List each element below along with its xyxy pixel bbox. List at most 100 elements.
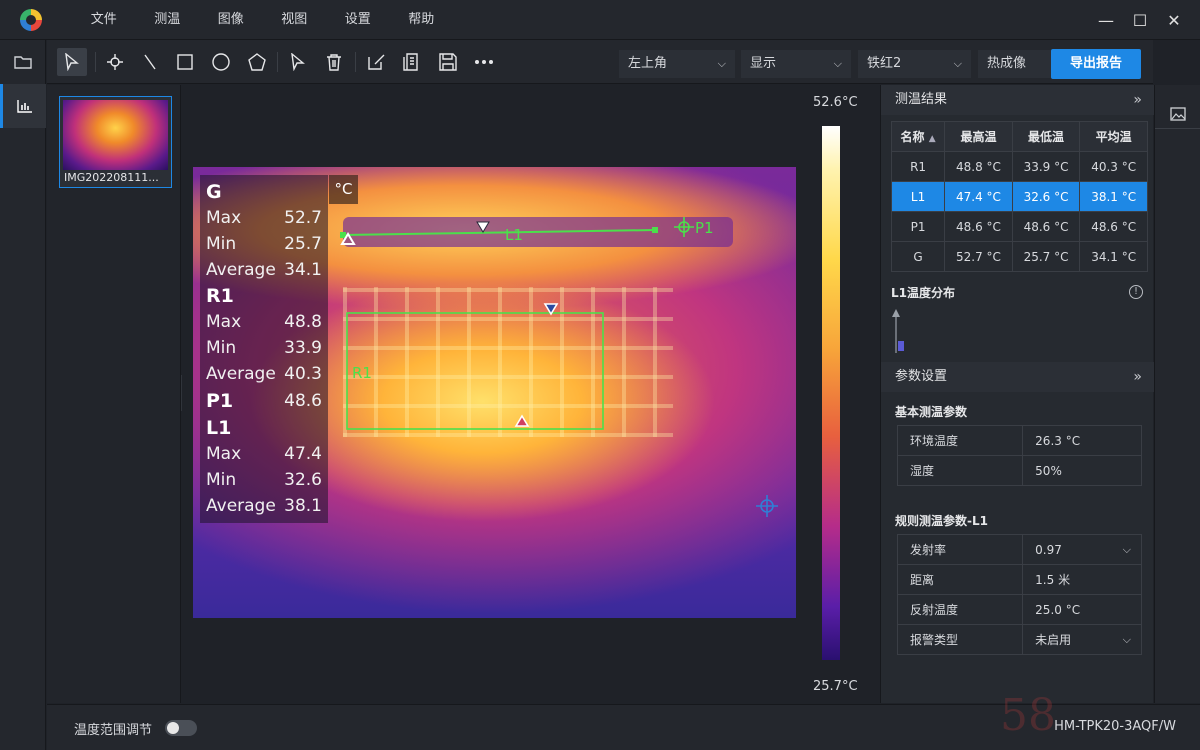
arrow-select-icon (291, 53, 305, 71)
image-thumbnail[interactable]: IMG202208111... (59, 96, 172, 188)
device-model: HM-TPK20-3AQF/W (1054, 719, 1176, 734)
menu-help[interactable]: 帮助 (390, 0, 454, 40)
param-row: 报警类型 未启用 ⌵ (896, 624, 1142, 655)
delete-tool[interactable] (319, 48, 349, 76)
chevron-down-icon: ⌵ (1122, 543, 1131, 556)
circle-icon (212, 53, 230, 71)
color-scale-bar[interactable] (822, 126, 840, 660)
param-row: 湿度 50% (896, 455, 1142, 486)
save-tool[interactable] (433, 48, 463, 76)
param-row: 发射率 0.97 ⌵ (896, 534, 1142, 565)
left-nav (0, 40, 46, 750)
image-tab[interactable] (1155, 99, 1200, 129)
maximize-icon[interactable]: ☐ (1130, 11, 1150, 30)
report-tool[interactable] (397, 48, 427, 76)
r1-max-marker-icon (514, 414, 530, 427)
collapse-right-icon[interactable]: » (1133, 362, 1142, 392)
display-select[interactable]: 显示 ⌵ (741, 50, 851, 78)
nav-files[interactable] (0, 40, 46, 84)
display-select-value: 显示 (750, 56, 777, 71)
distribution-title: L1温度分布 (891, 286, 955, 300)
table-row[interactable]: P1 48.6 °C 48.6 °C 48.6 °C (890, 211, 1148, 242)
palette-select-value: 铁红2 (867, 56, 902, 71)
chevron-down-icon: ⌵ (717, 57, 726, 70)
ambient-temp-field[interactable]: 26.3 °C (1022, 425, 1142, 456)
line-icon (144, 54, 156, 70)
min-marker-icon (476, 221, 490, 233)
line-tool[interactable] (135, 48, 165, 76)
select-tool[interactable] (57, 48, 87, 76)
chevron-down-icon: ⌵ (1122, 633, 1131, 646)
chevron-down-icon: ⌵ (953, 57, 962, 70)
more-tool[interactable] (469, 48, 499, 76)
menu-view[interactable]: 视图 (263, 0, 327, 40)
l1-line[interactable] (343, 229, 656, 236)
collapse-right-icon[interactable]: » (1133, 85, 1142, 115)
point-tool[interactable] (100, 48, 130, 76)
l1-label: L1 (505, 226, 523, 244)
col-avg-header[interactable]: 平均温 (1079, 121, 1148, 152)
crosshair-icon (107, 54, 123, 70)
toolbar: 左上角 ⌵ 显示 ⌵ 铁红2 ⌵ 热成像 ⌵ 导出报告 (47, 40, 1153, 84)
l1-heading: L1 (206, 417, 232, 439)
rect-tool[interactable] (170, 48, 200, 76)
scale-min-label: 25.7°C (813, 679, 858, 694)
rule-params-table: 发射率 0.97 ⌵ 距离 1.5 米 反射温度 25.0 °C 报警类型 未启用 ⌵ (896, 534, 1142, 655)
table-row[interactable]: G 52.7 °C 25.7 °C 34.1 °C (890, 241, 1148, 272)
g-min-row: Min 25.7 (206, 234, 322, 254)
table-row-selected[interactable]: L1 47.4 °C 32.6 °C 38.1 °C (890, 181, 1148, 212)
ellipse-tool[interactable] (206, 48, 236, 76)
position-select[interactable]: 左上角 ⌵ (619, 50, 735, 78)
rectangle-icon (177, 54, 193, 70)
r1-max-row: Max 48.8 (206, 312, 322, 332)
edit-icon (368, 54, 385, 70)
mode-select-value: 热成像 (987, 56, 1027, 71)
thumbnail-image (63, 100, 168, 170)
l1-avg-row: Average 38.1 (206, 496, 322, 516)
g-heading: G (206, 181, 222, 203)
multi-select-tool[interactable] (283, 48, 313, 76)
pentagon-icon (248, 53, 266, 71)
bar-chart-icon (16, 100, 32, 113)
basic-params-title: 基本测温参数 (895, 405, 968, 419)
title-bar: 文件 测温 图像 视图 设置 帮助 — ☐ ✕ (0, 0, 1200, 40)
col-name-header[interactable]: 名称 ▲ (890, 121, 946, 152)
g-max-row: Max 52.7 (206, 208, 322, 228)
range-adjust-toggle[interactable] (165, 720, 197, 736)
reflected-temp-field[interactable]: 25.0 °C (1022, 594, 1142, 625)
document-icon (403, 53, 418, 71)
col-min-header[interactable]: 最低温 (1011, 121, 1081, 152)
param-row: 环境温度 26.3 °C (896, 425, 1142, 456)
edit-tool[interactable] (361, 48, 391, 76)
chevron-down-icon: ⌵ (833, 57, 842, 70)
palette-select[interactable]: 铁红2 ⌵ (858, 50, 971, 78)
emissivity-select[interactable]: 0.97 ⌵ (1022, 534, 1142, 565)
polygon-tool[interactable] (242, 48, 272, 76)
menu-settings[interactable]: 设置 (326, 0, 390, 40)
results-title: 测温结果 (895, 92, 948, 107)
export-report-button[interactable]: 导出报告 (1051, 49, 1141, 79)
menu-image[interactable]: 图像 (199, 0, 263, 40)
rule-params-title: 规则测温参数-L1 (895, 514, 988, 528)
minimize-icon[interactable]: — (1096, 11, 1116, 30)
menu-measure[interactable]: 测温 (136, 0, 200, 40)
more-icon (475, 60, 493, 64)
close-icon[interactable]: ✕ (1164, 11, 1184, 30)
info-icon[interactable]: ! (1129, 285, 1143, 299)
params-title: 参数设置 (895, 369, 948, 384)
humidity-field[interactable]: 50% (1022, 455, 1142, 486)
nav-analysis[interactable] (0, 84, 46, 128)
param-row: 反射温度 25.0 °C (896, 594, 1142, 625)
r1-rectangle[interactable] (346, 312, 604, 430)
params-header: 参数设置 » (881, 362, 1154, 392)
alarm-type-select[interactable]: 未启用 ⌵ (1022, 624, 1142, 655)
r1-min-row: Min 33.9 (206, 338, 322, 358)
distance-field[interactable]: 1.5 米 (1022, 564, 1142, 595)
table-row[interactable]: R1 48.8 °C 33.9 °C 40.3 °C (890, 151, 1148, 182)
results-table: 名称 ▲ 最高温 最低温 平均温 R1 48.8 °C 33.9 °C 40.3 °C… (890, 121, 1148, 272)
p1-label: P1 (695, 219, 714, 237)
trash-icon (327, 54, 341, 71)
col-max-header[interactable]: 最高温 (944, 121, 1013, 152)
r1-avg-row: Average 40.3 (206, 364, 322, 384)
menu-file[interactable]: 文件 (72, 0, 136, 40)
